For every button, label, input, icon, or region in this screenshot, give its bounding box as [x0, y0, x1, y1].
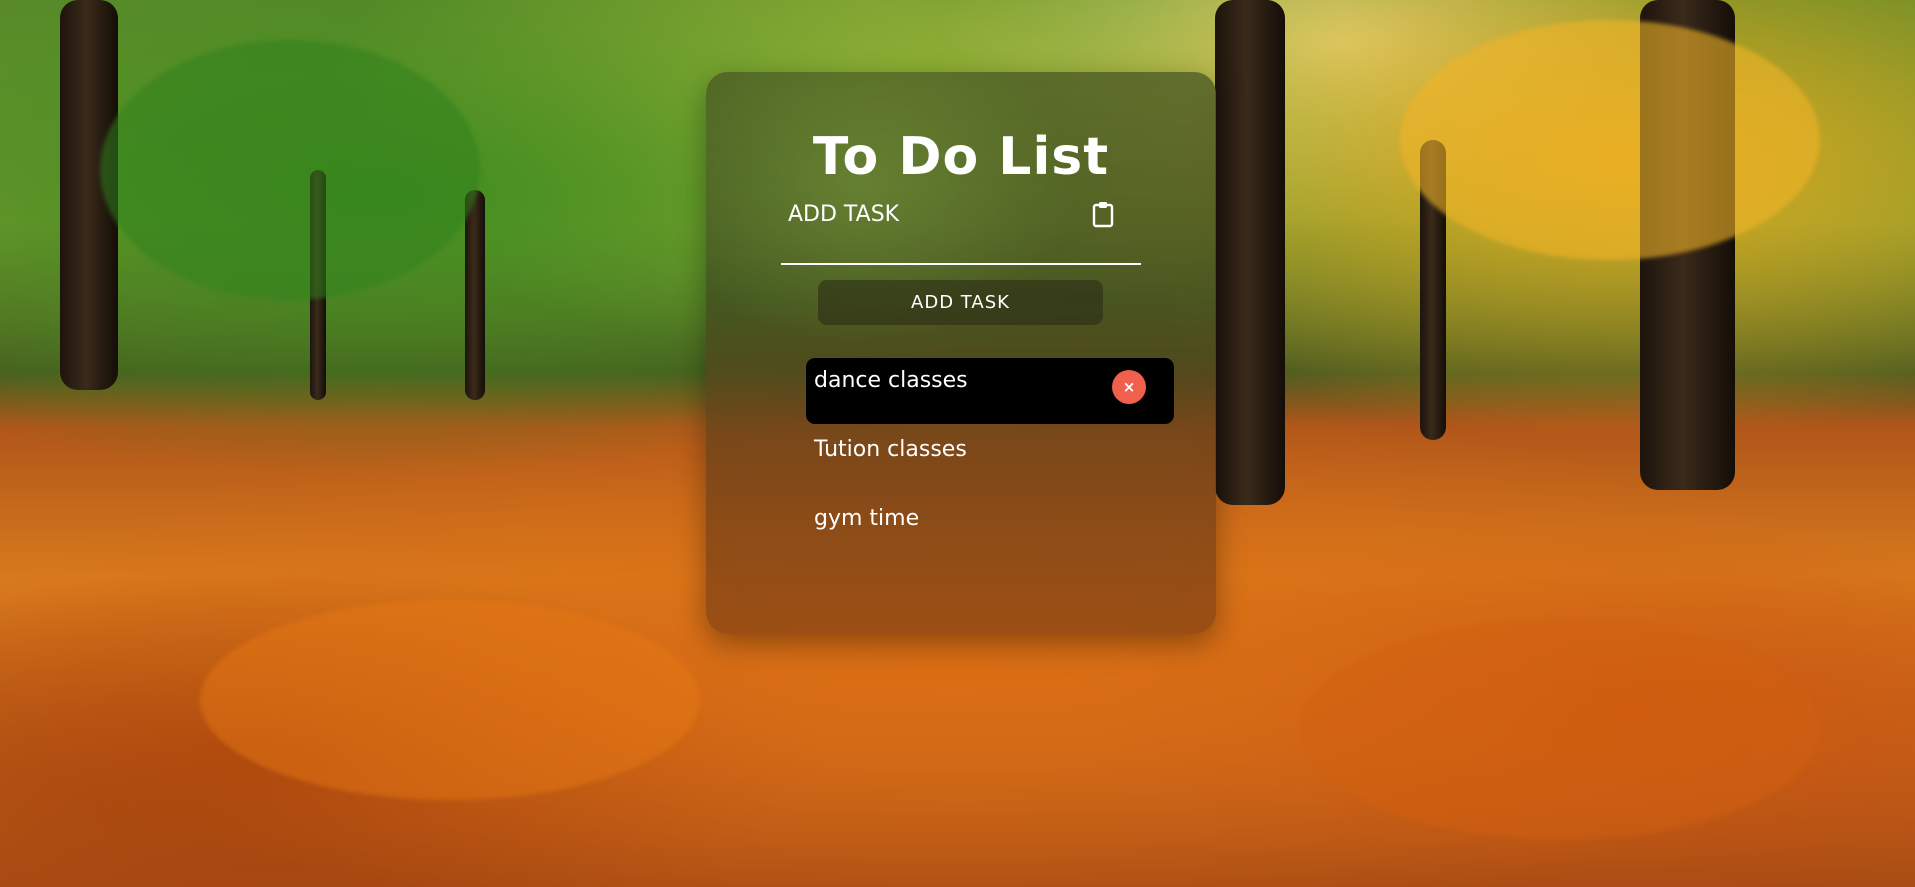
task-list: dance classes × Tution classes gym time: [806, 358, 1174, 565]
list-item[interactable]: gym time: [806, 496, 1174, 562]
delete-task-button[interactable]: ×: [1112, 370, 1146, 404]
input-underline: [781, 263, 1141, 265]
leaf-pile: [1300, 620, 1820, 840]
todo-card: To Do List ADD TASK dance classes × Tuti…: [706, 72, 1216, 634]
autumn-forest-background: To Do List ADD TASK dance classes × Tuti…: [0, 0, 1915, 887]
task-text: dance classes: [814, 368, 968, 393]
clipboard-icon[interactable]: [1091, 200, 1115, 228]
tree-trunk: [465, 190, 485, 400]
task-input[interactable]: [782, 192, 1074, 236]
tree-trunk: [1215, 0, 1285, 505]
page-title: To Do List: [812, 127, 1110, 187]
add-task-button[interactable]: ADD TASK: [818, 280, 1103, 325]
foliage: [100, 40, 480, 300]
task-text: Tution classes: [814, 437, 967, 462]
leaf-pile: [200, 600, 700, 800]
list-item[interactable]: dance classes ×: [806, 358, 1174, 424]
list-item[interactable]: Tution classes: [806, 427, 1174, 493]
foliage: [1400, 20, 1820, 260]
task-text: gym time: [814, 506, 920, 531]
